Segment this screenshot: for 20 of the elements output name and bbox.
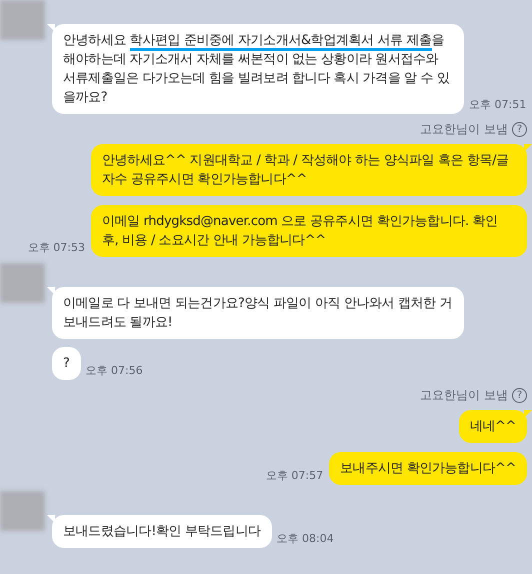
message-bubble: 보내주시면 확인가능합니다^^ (329, 452, 527, 485)
avatar[interactable] (0, 491, 45, 531)
avatar[interactable] (0, 0, 45, 40)
message-bubble: 안녕하세요^^ 지원대학교 / 학과 / 작성해야 하는 양식파일 혹은 항목/글자수 공유주시면 확인가능합니다^^ (91, 144, 527, 196)
help-icon[interactable]: ? (512, 388, 527, 403)
message-bubble: 네네^^ (458, 410, 527, 443)
message-bubble: 보내드렸습니다!확인 부탁드립니다 (52, 515, 272, 548)
sender-label: 고요한님이 보냄 (420, 121, 508, 138)
message-bubble: 이메일 rhdygksd@naver.com 으로 공유주시면 확인가능합니다. 확인 후, 비용 / 소요시간 안내 가능합니다^^ (91, 205, 527, 257)
message-time: 오후 07:57 (266, 468, 324, 484)
message-time: 오후 08:04 (276, 531, 334, 547)
message-bubble: ? (52, 347, 80, 380)
message-bubble: 안녕하세요 학사편입 준비중에 자기소개서&학업계획서 서류 제출을 해야하는데 자기소개서 자체를 써본적이 없는 상황이라 원서접수와 서류제출일은 다가오는데 힘을 빌려보려 합니다 혹시 가격을 알 수 있을까요? (52, 24, 464, 114)
message-time: 오후 07:51 (469, 97, 526, 113)
help-icon[interactable]: ? (512, 122, 527, 137)
message-bubble: 이메일로 다 보내면 되는건가요?양식 파일이 아직 안나와서 캡처한 거 보내드려도 될까요! (52, 287, 464, 339)
message-time: 오후 07:56 (86, 363, 143, 379)
avatar[interactable] (0, 263, 45, 303)
message-time: 오후 07:53 (28, 240, 85, 256)
sender-label: 고요한님이 보냄 (420, 387, 508, 404)
